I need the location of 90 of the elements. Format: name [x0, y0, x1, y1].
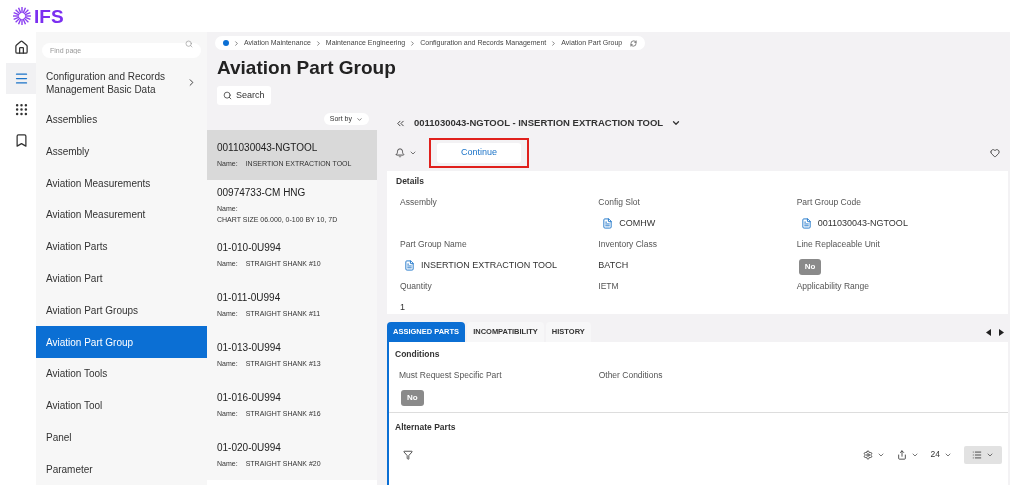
continue-button[interactable]: Continue: [429, 138, 530, 168]
separator-icon: [233, 39, 240, 47]
nav-item-label: Configuration and Records Management Basic Data: [46, 69, 166, 96]
nav-item-label: Aviation Part Group: [46, 335, 135, 349]
scroll-right-icon[interactable]: [999, 329, 1004, 336]
section-heading: Details: [396, 175, 425, 188]
separator-icon: [550, 39, 558, 47]
record-code: 01-010-0U994: [217, 241, 282, 256]
record-code: 0011030043-NGTOOL: [217, 141, 319, 156]
logo-text: IFS: [34, 6, 64, 26]
refresh-icon[interactable]: [630, 39, 638, 47]
page-title: Aviation Part Group: [216, 56, 397, 80]
nav-item[interactable]: Aviation Part Groups: [36, 294, 207, 327]
field-label: Assembly: [400, 195, 438, 209]
nav-item[interactable]: Aviation Tool: [36, 389, 207, 422]
field-label: Line Replaceable Unit: [796, 237, 881, 251]
record-code: 00974733-CM HNG: [217, 186, 307, 200]
list-icon: [972, 449, 982, 460]
export-icon: [896, 449, 907, 460]
document-icon: [800, 217, 812, 229]
separator-icon: [314, 39, 322, 47]
nav-item-label: Aviation Measurements: [46, 176, 152, 190]
export-button[interactable]: [896, 449, 919, 460]
field-label: Part Group Name: [400, 237, 468, 251]
section-heading: Alternate Parts: [395, 421, 457, 434]
favorite-icon[interactable]: [990, 148, 1000, 158]
nav-item-label: Assemblies: [46, 113, 99, 127]
chevron-down-icon[interactable]: [409, 149, 417, 157]
page-size-button[interactable]: 24: [930, 448, 952, 462]
nav-item-label: Assembly: [46, 144, 91, 158]
bell-icon[interactable]: [395, 148, 405, 158]
field-label: IETM: [598, 279, 620, 293]
view-mode-button[interactable]: [964, 445, 1002, 464]
value-badge: No: [401, 389, 424, 406]
value-badge: No: [798, 258, 822, 275]
field-value: COMHW: [619, 216, 656, 230]
field-value: 1: [400, 300, 406, 314]
nav-item-label: Aviation Part Groups: [46, 303, 140, 317]
record-code: 01-013-0U994: [217, 341, 282, 356]
search-icon: [185, 39, 193, 48]
continue-label: Continue: [437, 143, 522, 163]
record-code: 01-020-0U994: [217, 441, 282, 456]
bookmark-icon: [13, 133, 29, 148]
grid-icon: [13, 102, 29, 117]
nav-item[interactable]: Configuration and Records Management Basic Data: [36, 62, 207, 104]
nav-item-label: Aviation Part: [46, 272, 104, 285]
nav-item[interactable]: Aviation Tools: [36, 357, 207, 390]
search-icon: [223, 91, 232, 100]
separator-icon: [409, 39, 417, 47]
settings-icon: [862, 449, 873, 460]
field-label: Part Group Code: [796, 195, 862, 209]
filter-icon[interactable]: [403, 449, 413, 460]
nav-item[interactable]: Panel: [36, 421, 207, 454]
nav-item[interactable]: Assembly: [36, 135, 207, 168]
nav-item[interactable]: Assemblies: [36, 103, 207, 136]
section-heading: Conditions: [395, 348, 441, 361]
home-icon: [13, 40, 29, 55]
nav-item[interactable]: Aviation Measurement: [36, 199, 207, 231]
nav-item[interactable]: Aviation Part: [36, 262, 207, 295]
nav-item[interactable]: Aviation Parts: [36, 230, 207, 263]
nav-item-label: Aviation Tools: [46, 367, 109, 381]
nav-item[interactable]: Aviation Part Group: [36, 326, 207, 358]
nav-item-label: Aviation Measurement: [46, 208, 147, 222]
field-value: INSERTION EXTRACTION TOOL: [421, 258, 558, 272]
nav-item-label: Aviation Tool: [46, 399, 104, 413]
settings-button[interactable]: [862, 449, 885, 460]
document-icon: [602, 217, 614, 229]
nav-item[interactable]: Aviation Measurements: [36, 167, 207, 200]
caret-icon[interactable]: [671, 118, 682, 128]
menu-icon: [13, 71, 29, 86]
record-title: 0011030043-NGTOOL - INSERTION EXTRACTION TOOL: [414, 115, 664, 130]
field-label: Other Conditions: [598, 368, 664, 382]
field-label: Inventory Class: [598, 237, 658, 251]
caret-icon: [356, 115, 363, 123]
document-icon: [404, 259, 415, 271]
record-code: 01-016-0U994: [217, 391, 282, 406]
field-label: Applicability Range: [796, 279, 870, 293]
record-code: 01-011-0U994: [217, 291, 282, 306]
field-value: 0011030043-NGTOOL: [817, 216, 908, 230]
field-label: Config Slot: [598, 195, 641, 209]
field-label: Quantity: [400, 279, 433, 293]
nav-item-label: Panel: [46, 430, 73, 444]
field-value: BATCH: [598, 258, 630, 272]
nav-item-label: Aviation Parts: [46, 240, 109, 254]
search-button[interactable]: Search: [217, 86, 271, 105]
field-label: Must Request Specific Part: [399, 368, 503, 382]
nav-item[interactable]: Parameter: [36, 453, 207, 485]
nav-item-label: Parameter: [46, 462, 94, 476]
scroll-left-icon[interactable]: [986, 329, 991, 336]
sunburst-logo-icon: [12, 6, 32, 26]
